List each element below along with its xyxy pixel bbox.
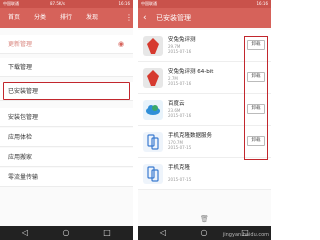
menu-item-label: 下载管理 <box>8 64 33 71</box>
app-name: 百度云 <box>168 101 185 107</box>
menu-item-label: 更新管理 <box>8 41 33 48</box>
watermark: jingyan.baidu.com <box>222 232 269 238</box>
list-item[interactable]: 手机克隆 2015-07-15 <box>138 158 271 190</box>
weibo-icon: ◉ <box>118 40 125 48</box>
app-name: 手机克隆 <box>168 165 191 171</box>
menu-item-label: 应用体检 <box>8 134 33 141</box>
app-date: 2015-07-16 <box>168 81 192 86</box>
clock: 16:16 <box>256 1 268 6</box>
app-name: 安兔兔评测 64-bit <box>168 69 214 75</box>
tab-ranking[interactable]: 排行 <box>60 8 72 28</box>
menu-item-download[interactable]: 下载管理 <box>0 58 133 77</box>
left-screen: 中国联通 87.5K/s 16:16 首页 分类 排行 发现 ⋮ 更新管理 ◉ … <box>0 0 133 240</box>
carrier-label: 中国联通 <box>3 1 19 6</box>
menu-item-label: 安装包管理 <box>8 114 39 121</box>
antutu-app-icon <box>143 68 163 88</box>
tab-home[interactable]: 首页 <box>8 8 20 28</box>
antutu-app-icon <box>143 36 163 56</box>
network-speed: 87.5K/s <box>50 1 65 6</box>
tab-category[interactable]: 分类 <box>34 8 46 28</box>
carrier-label: 中国联通 <box>141 1 157 6</box>
app-header: ‹ 已安装管理 <box>138 8 271 28</box>
trash-icon[interactable]: 🗑 <box>198 215 211 224</box>
menu-item-label: 应用搬家 <box>8 154 33 161</box>
app-name: 手机克隆数据服务 <box>168 133 213 139</box>
menu-item-label: 零流量传输 <box>8 174 39 181</box>
menu-item-checkup[interactable]: 应用体检 <box>0 128 133 147</box>
app-date: 2015-07-16 <box>168 113 192 118</box>
app-date: 2015-07-16 <box>168 49 192 54</box>
app-date: 2015-07-15 <box>168 145 192 150</box>
status-bar: 中国联通 87.5K/s 16:16 <box>0 0 133 8</box>
more-menu-icon[interactable]: ⋮ <box>125 13 133 23</box>
tab-discover[interactable]: 发现 <box>86 8 98 28</box>
back-nav-icon[interactable]: ◁ <box>20 228 30 238</box>
home-nav-icon[interactable]: ○ <box>61 228 71 238</box>
app-name: 安兔兔评测 <box>168 37 196 43</box>
home-nav-icon[interactable]: ○ <box>199 228 209 238</box>
phone-clone-app-icon <box>143 132 163 152</box>
highlight-box <box>3 82 130 100</box>
phone-clone-app-icon <box>143 164 163 184</box>
recent-apps-icon[interactable]: □ <box>102 228 112 238</box>
system-nav-bar: ◁ ○ □ <box>0 226 133 240</box>
back-nav-icon[interactable]: ◁ <box>158 228 168 238</box>
highlight-box <box>244 36 268 160</box>
page-title: 已安装管理 <box>156 14 191 22</box>
menu-item-update[interactable]: 更新管理 ◉ <box>0 35 133 54</box>
menu-item-move[interactable]: 应用搬家 <box>0 148 133 167</box>
app-header: 首页 分类 排行 发现 ⋮ <box>0 8 133 28</box>
status-bar: 中国联通 16:16 <box>138 0 271 8</box>
menu-item-transfer[interactable]: 零流量传输 <box>0 168 133 187</box>
back-arrow-icon[interactable]: ‹ <box>143 13 153 23</box>
clock: 16:16 <box>118 1 130 6</box>
app-date: 2015-07-15 <box>168 177 192 182</box>
menu-item-package[interactable]: 安装包管理 <box>0 108 133 127</box>
right-screen: 中国联通 16:16 ‹ 已安装管理 安兔兔评测 29.7M 2015-07-1… <box>138 0 271 240</box>
baidu-cloud-app-icon <box>143 100 163 120</box>
